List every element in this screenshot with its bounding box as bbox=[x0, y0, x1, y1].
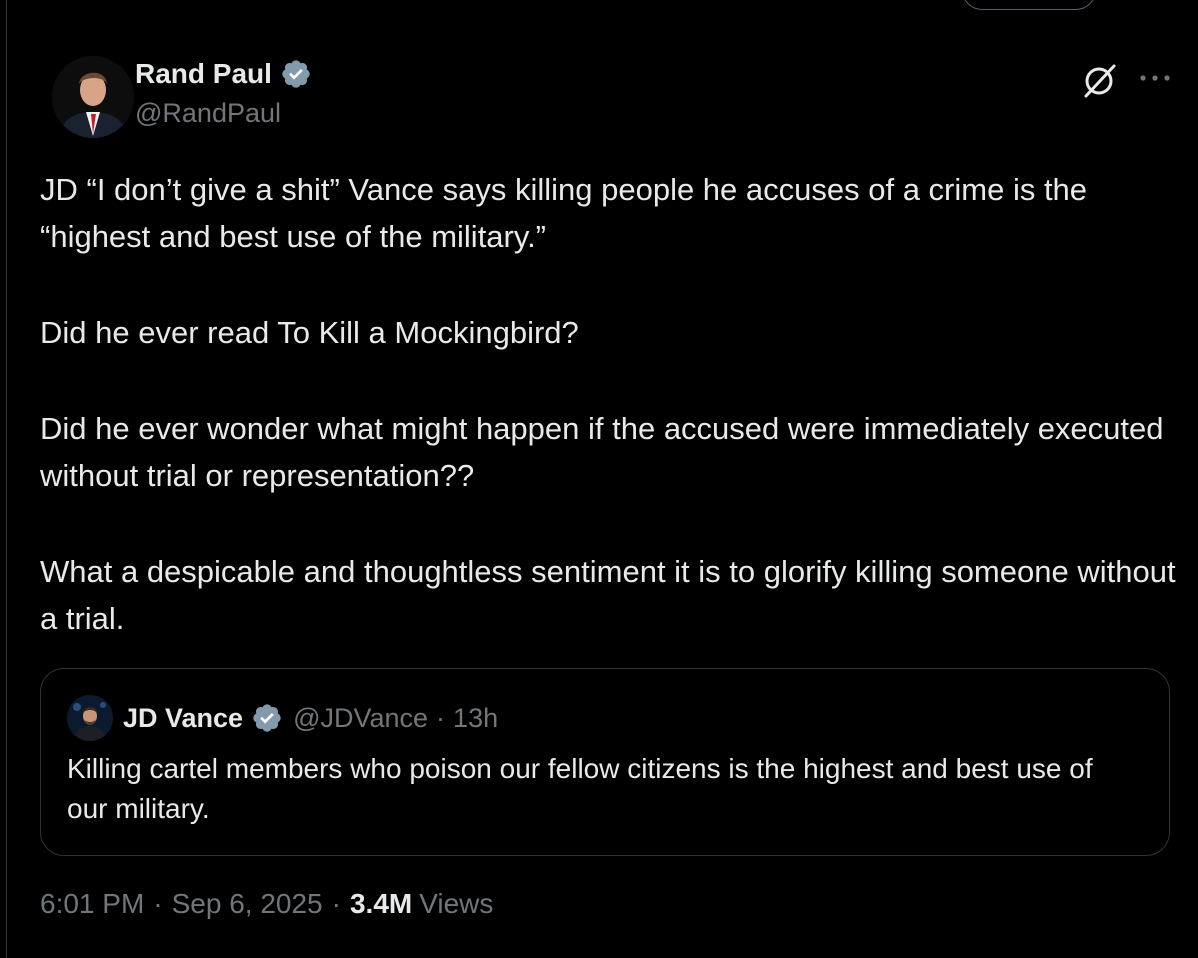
author-avatar[interactable] bbox=[52, 56, 134, 138]
separator-dot: · bbox=[436, 702, 446, 733]
author-handle[interactable]: @RandPaul bbox=[135, 98, 281, 129]
partial-button-top[interactable] bbox=[962, 0, 1096, 10]
quoted-author-name[interactable]: JD Vance bbox=[123, 703, 243, 734]
tweet-paragraph: Did he ever wonder what might happen if … bbox=[40, 411, 1164, 493]
profile-photo-icon bbox=[67, 695, 113, 741]
grok-icon[interactable] bbox=[1080, 60, 1120, 100]
tweet-time[interactable]: 6:01 PM bbox=[40, 888, 144, 920]
quoted-tweet-header: JD Vance @JDVance · 13h bbox=[67, 695, 498, 741]
views-label[interactable]: Views bbox=[419, 888, 493, 920]
more-options-icon[interactable] bbox=[1138, 66, 1172, 90]
quoted-tweet-card[interactable]: JD Vance @JDVance · 13h Killing cartel m… bbox=[40, 668, 1170, 856]
tweet-paragraph: JD “I don’t give a shit” Vance says kill… bbox=[40, 172, 1088, 254]
verified-badge-icon bbox=[253, 704, 281, 732]
author-name-row[interactable]: Rand Paul bbox=[135, 58, 312, 90]
tweet-date[interactable]: Sep 6, 2025 bbox=[172, 888, 323, 920]
quoted-author-handle[interactable]: @JDVance bbox=[293, 703, 428, 734]
separator-dot: · bbox=[331, 888, 341, 919]
author-name[interactable]: Rand Paul bbox=[135, 58, 272, 90]
quoted-tweet-time[interactable]: 13h bbox=[453, 703, 498, 734]
quoted-author-avatar[interactable] bbox=[67, 695, 113, 741]
timeline-left-border bbox=[6, 0, 7, 958]
separator-dot: · bbox=[153, 888, 163, 919]
tweet-meta: 6:01 PM · Sep 6, 2025 · 3.4M Views bbox=[40, 888, 493, 920]
verified-badge-icon bbox=[282, 60, 310, 88]
views-count[interactable]: 3.4M bbox=[350, 888, 412, 920]
profile-photo-icon bbox=[52, 56, 134, 138]
tweet-body: JD “I don’t give a shit” Vance says kill… bbox=[40, 166, 1180, 642]
tweet-paragraph: What a despicable and thoughtless sentim… bbox=[40, 554, 1176, 636]
tweet-paragraph: Did he ever read To Kill a Mockingbird? bbox=[40, 315, 579, 350]
quoted-tweet-text: Killing cartel members who poison our fe… bbox=[67, 753, 1093, 824]
